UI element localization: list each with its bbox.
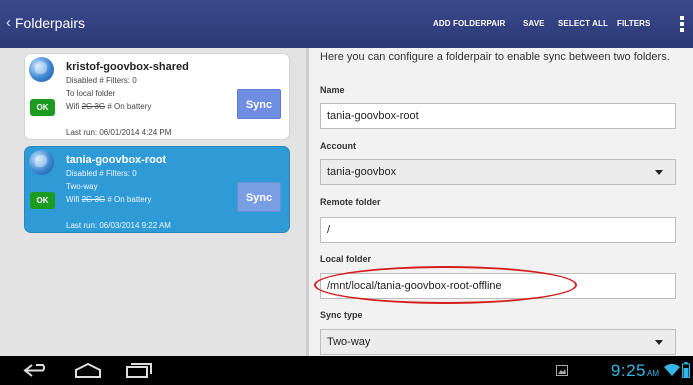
- back-nav-icon[interactable]: [22, 362, 50, 379]
- local-folder-label: Local folder: [320, 254, 372, 264]
- account-label: Account: [320, 141, 356, 151]
- folderpair-list: kristof-goovbox-shared Disabled # Filter…: [0, 48, 306, 356]
- folderpair-conditions: Wifi 2G 3G # On battery: [66, 195, 152, 204]
- folderpair-info: Disabled # Filters: 0: [66, 169, 137, 178]
- folderpair-name: kristof-goovbox-shared: [66, 61, 189, 73]
- dropdown-arrow-icon: [655, 170, 663, 175]
- clock-time: 9:25: [610, 361, 646, 380]
- last-run-text: Last run: 06/03/2014 9:22 AM: [66, 221, 171, 230]
- select-all-button[interactable]: SELECT ALL: [558, 19, 608, 28]
- home-nav-icon[interactable]: [73, 362, 103, 379]
- back-chevron-icon[interactable]: ‹: [6, 14, 11, 31]
- system-nav-bar: 9:25AM: [0, 356, 693, 385]
- add-folderpair-button[interactable]: ADD FOLDERPAIR: [433, 19, 505, 28]
- filters-button[interactable]: FILTERS: [617, 19, 650, 28]
- dropdown-arrow-icon: [655, 340, 663, 345]
- status-ok-badge: OK: [30, 99, 55, 116]
- picture-notification-icon[interactable]: [556, 365, 568, 376]
- sync-button[interactable]: Sync: [237, 182, 281, 212]
- name-field[interactable]: tania-goovbox-root: [320, 103, 676, 129]
- folderpair-direction: Two-way: [66, 182, 98, 191]
- sync-type-value: Two-way: [327, 336, 371, 348]
- folderpair-card-kristof[interactable]: kristof-goovbox-shared Disabled # Filter…: [24, 53, 290, 140]
- account-select[interactable]: tania-goovbox: [320, 159, 676, 185]
- wifi-icon: [664, 364, 680, 376]
- name-label: Name: [320, 85, 345, 95]
- sync-button[interactable]: Sync: [237, 89, 281, 119]
- folderpair-direction: To local folder: [66, 89, 116, 98]
- save-button[interactable]: SAVE: [523, 19, 545, 28]
- intro-text: Here you can configure a folderpair to e…: [320, 51, 670, 63]
- folderpair-detail: Here you can configure a folderpair to e…: [309, 48, 693, 356]
- globe-icon: [29, 150, 54, 175]
- page-title[interactable]: Folderpairs: [15, 15, 85, 31]
- action-bar: ‹ Folderpairs ADD FOLDERPAIR SAVE SELECT…: [0, 0, 693, 48]
- battery-icon: [682, 362, 690, 378]
- status-ok-badge: OK: [30, 192, 55, 209]
- sync-type-label: Sync type: [320, 310, 363, 320]
- status-area[interactable]: 9:25AM: [611, 361, 659, 381]
- recents-nav-icon[interactable]: [124, 362, 154, 379]
- account-value: tania-goovbox: [327, 166, 397, 178]
- globe-icon: [29, 57, 54, 82]
- clock-ampm: AM: [647, 369, 659, 378]
- remote-folder-field[interactable]: /: [320, 217, 676, 243]
- highlight-ellipse: [314, 266, 577, 304]
- last-run-text: Last run: 06/01/2014 4:24 PM: [66, 128, 172, 137]
- remote-folder-label: Remote folder: [320, 197, 381, 207]
- folderpair-info: Disabled # Filters: 0: [66, 76, 137, 85]
- overflow-menu-icon[interactable]: [679, 14, 685, 34]
- folderpair-name: tania-goovbox-root: [66, 154, 167, 166]
- folderpair-conditions: Wifi 2G 3G # On battery: [66, 102, 152, 111]
- sync-type-select[interactable]: Two-way: [320, 329, 676, 355]
- folderpair-card-tania[interactable]: tania-goovbox-root Disabled # Filters: 0…: [24, 146, 290, 233]
